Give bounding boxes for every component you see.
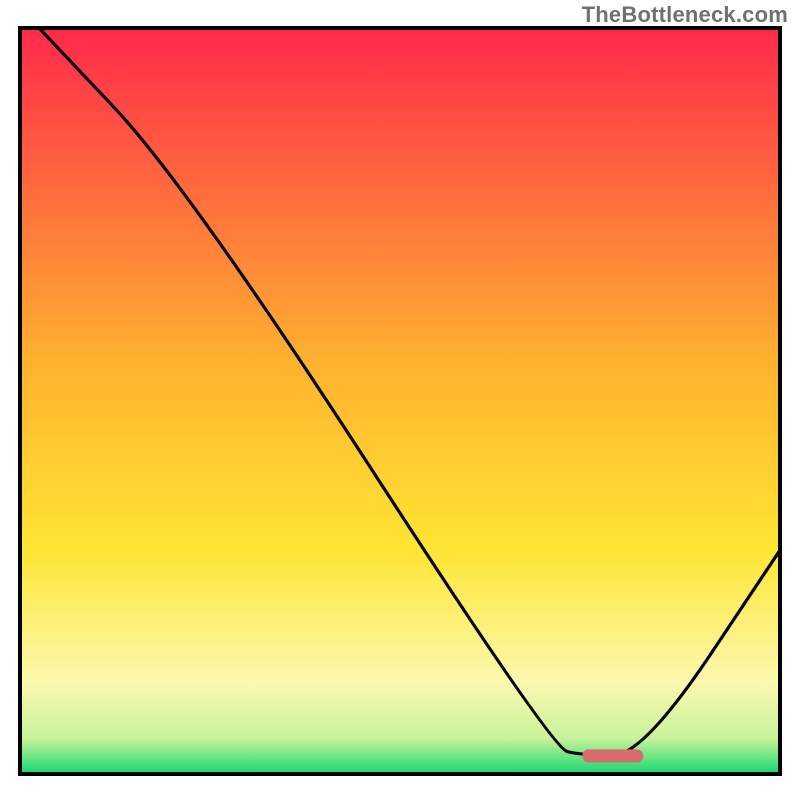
watermark-text: TheBottleneck.com bbox=[582, 2, 788, 28]
chart-container: { "watermark": "TheBottleneck.com", "cha… bbox=[0, 0, 800, 800]
chart-svg bbox=[0, 0, 800, 800]
gradient-background bbox=[22, 30, 778, 772]
plot-area bbox=[20, 28, 780, 774]
optimal-marker bbox=[582, 749, 643, 762]
